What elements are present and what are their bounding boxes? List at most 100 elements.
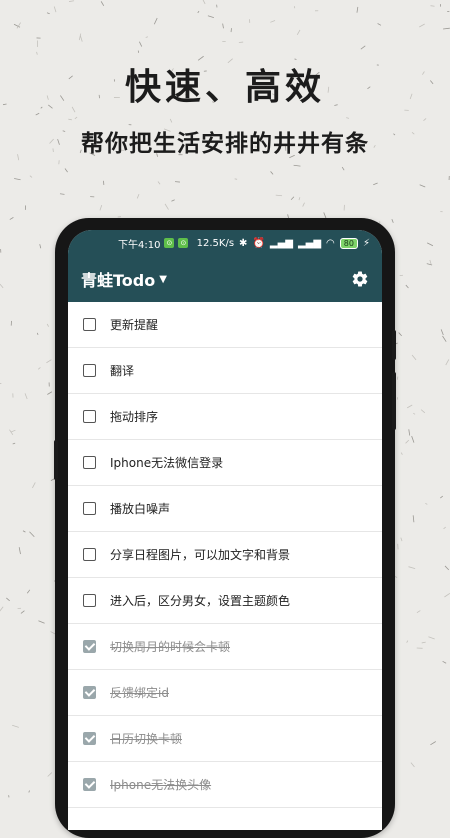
paper-speck: [276, 195, 282, 196]
paper-speck: [443, 336, 447, 342]
paper-speck: [413, 413, 415, 414]
checkbox-checked[interactable]: [83, 640, 96, 653]
todo-item[interactable]: 分享日程图片，可以加文字和背景: [68, 532, 382, 578]
paper-speck: [0, 383, 1, 384]
paper-speck: [392, 219, 393, 223]
status-time: 下午4:10: [118, 236, 160, 251]
todo-item[interactable]: 进入后，区分男女，设置主题颜色: [68, 578, 382, 624]
battery-icon: 80: [340, 238, 358, 249]
checkbox-checked[interactable]: [83, 686, 96, 699]
paper-speck: [100, 205, 102, 210]
checkbox[interactable]: [83, 548, 96, 561]
paper-speck: [407, 405, 412, 408]
notification-icon: ⊙: [178, 238, 188, 248]
todo-list: 更新提醒翻译拖动排序Iphone无法微信登录播放白噪声分享日程图片，可以加文字和…: [68, 302, 382, 808]
paper-speck: [294, 165, 301, 166]
paper-speck: [430, 260, 431, 264]
paper-speck: [421, 410, 425, 413]
phone-side-button: [392, 330, 396, 360]
paper-speck: [411, 763, 414, 767]
paper-speck: [431, 6, 435, 7]
paper-speck: [406, 440, 409, 443]
paper-speck: [407, 641, 408, 643]
todo-item-text: 播放白噪声: [110, 500, 170, 517]
paper-speck: [25, 393, 27, 399]
checkbox[interactable]: [83, 502, 96, 515]
paper-speck: [346, 118, 349, 119]
alarm-icon: ⏰: [252, 238, 264, 249]
checkbox[interactable]: [83, 410, 96, 423]
paper-speck: [10, 217, 14, 219]
todo-item[interactable]: Iphone无法微信登录: [68, 440, 382, 486]
paper-speck: [80, 35, 82, 41]
paper-speck: [270, 20, 275, 22]
paper-speck: [291, 197, 294, 200]
todo-item[interactable]: 更新提醒: [68, 302, 382, 348]
todo-item-text: 进入后，区分男女，设置主题颜色: [110, 592, 290, 609]
paper-speck: [378, 23, 381, 25]
paper-speck: [430, 741, 435, 744]
todo-item-text: 日历切换卡顿: [110, 730, 182, 747]
paper-speck: [139, 42, 141, 47]
caret-down-icon: ▼: [159, 274, 167, 285]
checkbox-checked[interactable]: [83, 778, 96, 791]
paper-speck: [373, 183, 377, 185]
todo-item[interactable]: 播放白噪声: [68, 486, 382, 532]
paper-speck: [399, 333, 402, 336]
paper-speck: [208, 16, 214, 18]
paper-speck: [14, 179, 20, 180]
paper-speck: [54, 6, 56, 12]
checkbox[interactable]: [83, 364, 96, 377]
network-speed: 12.5K/s: [197, 238, 234, 249]
todo-item-text: 分享日程图片，可以加文字和背景: [110, 546, 290, 563]
app-title-dropdown[interactable]: 青蛙Todo ▼: [81, 267, 167, 291]
paper-speck: [406, 285, 409, 288]
todo-item-text: 翻译: [110, 362, 134, 379]
paper-speck: [303, 203, 305, 207]
app-title: 青蛙Todo: [81, 267, 155, 291]
checkbox[interactable]: [83, 318, 96, 331]
status-bar: 下午4:10 ⊙ ⊙ 12.5K/s ✱ ⏰ ▂▄▆ ▂▄▆ ◠ 80 ⚡: [68, 230, 382, 256]
app-header: 下午4:10 ⊙ ⊙ 12.5K/s ✱ ⏰ ▂▄▆ ▂▄▆ ◠ 80 ⚡ 青蛙…: [68, 230, 382, 302]
todo-item[interactable]: 翻译: [68, 348, 382, 394]
paper-speck: [401, 453, 402, 455]
paper-speck: [17, 23, 21, 29]
paper-speck: [440, 496, 442, 498]
paper-speck: [425, 503, 427, 504]
todo-item[interactable]: 拖动排序: [68, 394, 382, 440]
checkbox[interactable]: [83, 456, 96, 469]
paper-speck: [19, 547, 20, 554]
checkbox-checked[interactable]: [83, 732, 96, 745]
paper-speck: [146, 37, 148, 38]
paper-speck: [60, 194, 65, 195]
paper-speck: [37, 333, 38, 335]
todo-item-text: 反馈绑定id: [110, 684, 169, 701]
todo-item[interactable]: 日历切换卡顿: [68, 716, 382, 762]
todo-item[interactable]: 反馈绑定id: [68, 670, 382, 716]
paper-speck: [446, 359, 449, 365]
paper-speck: [38, 367, 40, 369]
gear-icon[interactable]: [350, 269, 370, 289]
paper-speck: [441, 329, 443, 335]
paper-speck: [36, 113, 39, 115]
paper-speck: [47, 392, 52, 395]
paper-speck: [223, 24, 224, 29]
paper-speck: [427, 243, 433, 246]
paper-speck: [444, 593, 449, 597]
paper-speck: [297, 30, 300, 35]
notification-icon: ⊙: [164, 238, 174, 248]
paper-speck: [412, 436, 414, 443]
bluetooth-icon: ✱: [239, 238, 247, 249]
wifi-icon: ◠: [326, 238, 335, 249]
paper-speck: [6, 598, 9, 601]
paper-speck: [171, 200, 174, 202]
paper-speck: [29, 532, 34, 537]
paper-speck: [46, 360, 51, 363]
paper-speck: [420, 185, 426, 187]
paper-speck: [11, 430, 16, 432]
todo-item[interactable]: Iphone无法换头像: [68, 762, 382, 808]
paper-speck: [422, 642, 426, 643]
todo-item[interactable]: 切换周月的时候会卡顿: [68, 624, 382, 670]
checkbox[interactable]: [83, 594, 96, 607]
promo-headline: 快速、高效: [0, 58, 450, 110]
